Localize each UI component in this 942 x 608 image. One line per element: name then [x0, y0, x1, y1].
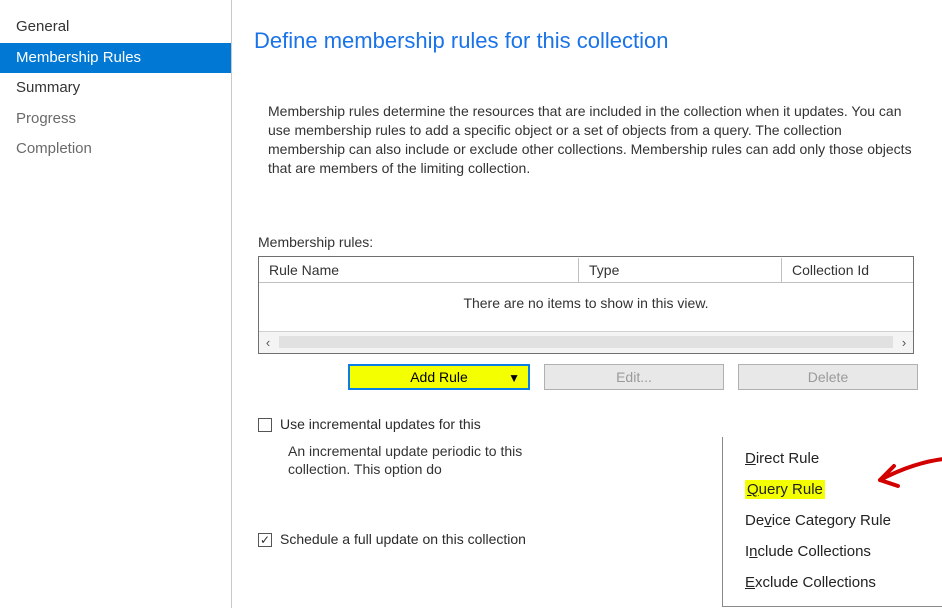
content-pane: Define membership rules for this collect… [232, 0, 942, 608]
incremental-updates-checkbox[interactable] [258, 418, 272, 432]
incremental-desc-left: An incremental update periodic to this c… [288, 442, 528, 480]
edit-rule-button: Edit... [544, 364, 724, 390]
list-horizontal-scrollbar[interactable]: ‹ › [259, 331, 913, 353]
menu-device-category-rule[interactable]: Device Category Rule [723, 505, 942, 536]
sidebar-item-progress[interactable]: Progress [0, 104, 231, 135]
delete-rule-button: Delete [738, 364, 918, 390]
sidebar-item-completion[interactable]: Completion [0, 134, 231, 165]
membership-rules-list: Rule Name Type Collection Id There are n… [258, 256, 914, 354]
incremental-updates-row: Use incremental updates for this [258, 416, 918, 432]
sidebar-item-membership-rules[interactable]: Membership Rules [0, 43, 231, 74]
schedule-full-update-checkbox[interactable] [258, 533, 272, 547]
menu-direct-rule[interactable]: Direct Rule [723, 443, 942, 474]
rule-buttons-row: Add Rule ▼ Edit... Delete [258, 364, 918, 390]
menu-query-rule[interactable]: Query Rule [723, 474, 942, 505]
chevron-down-icon: ▼ [508, 370, 520, 386]
column-collection-id[interactable]: Collection Id [782, 258, 913, 283]
wizard-dialog: General Membership Rules Summary Progres… [0, 0, 942, 608]
page-description: Membership rules determine the resources… [268, 102, 918, 178]
page-title: Define membership rules for this collect… [254, 28, 918, 54]
add-rule-button[interactable]: Add Rule ▼ [348, 364, 530, 390]
add-rule-dropdown: Direct Rule Query Rule Device Category R… [722, 437, 942, 607]
add-rule-label: Add Rule [410, 369, 468, 385]
wizard-step-sidebar: General Membership Rules Summary Progres… [0, 0, 232, 608]
scroll-track[interactable] [279, 336, 893, 348]
sidebar-item-summary[interactable]: Summary [0, 73, 231, 104]
menu-include-collections[interactable]: Include Collections [723, 536, 942, 567]
column-rule-name[interactable]: Rule Name [259, 258, 579, 283]
list-empty-text: There are no items to show in this view. [259, 285, 913, 331]
menu-exclude-collections[interactable]: Exclude Collections [723, 567, 942, 598]
scroll-right-icon[interactable]: › [895, 335, 913, 350]
rules-label: Membership rules: [258, 234, 918, 250]
list-columns: Rule Name Type Collection Id [259, 257, 913, 285]
sidebar-item-general[interactable]: General [0, 12, 231, 43]
column-type[interactable]: Type [579, 258, 782, 283]
schedule-full-update-label: Schedule a full update on this collectio… [280, 531, 526, 547]
scroll-left-icon[interactable]: ‹ [259, 335, 277, 350]
incremental-updates-label: Use incremental updates for this [280, 416, 481, 432]
